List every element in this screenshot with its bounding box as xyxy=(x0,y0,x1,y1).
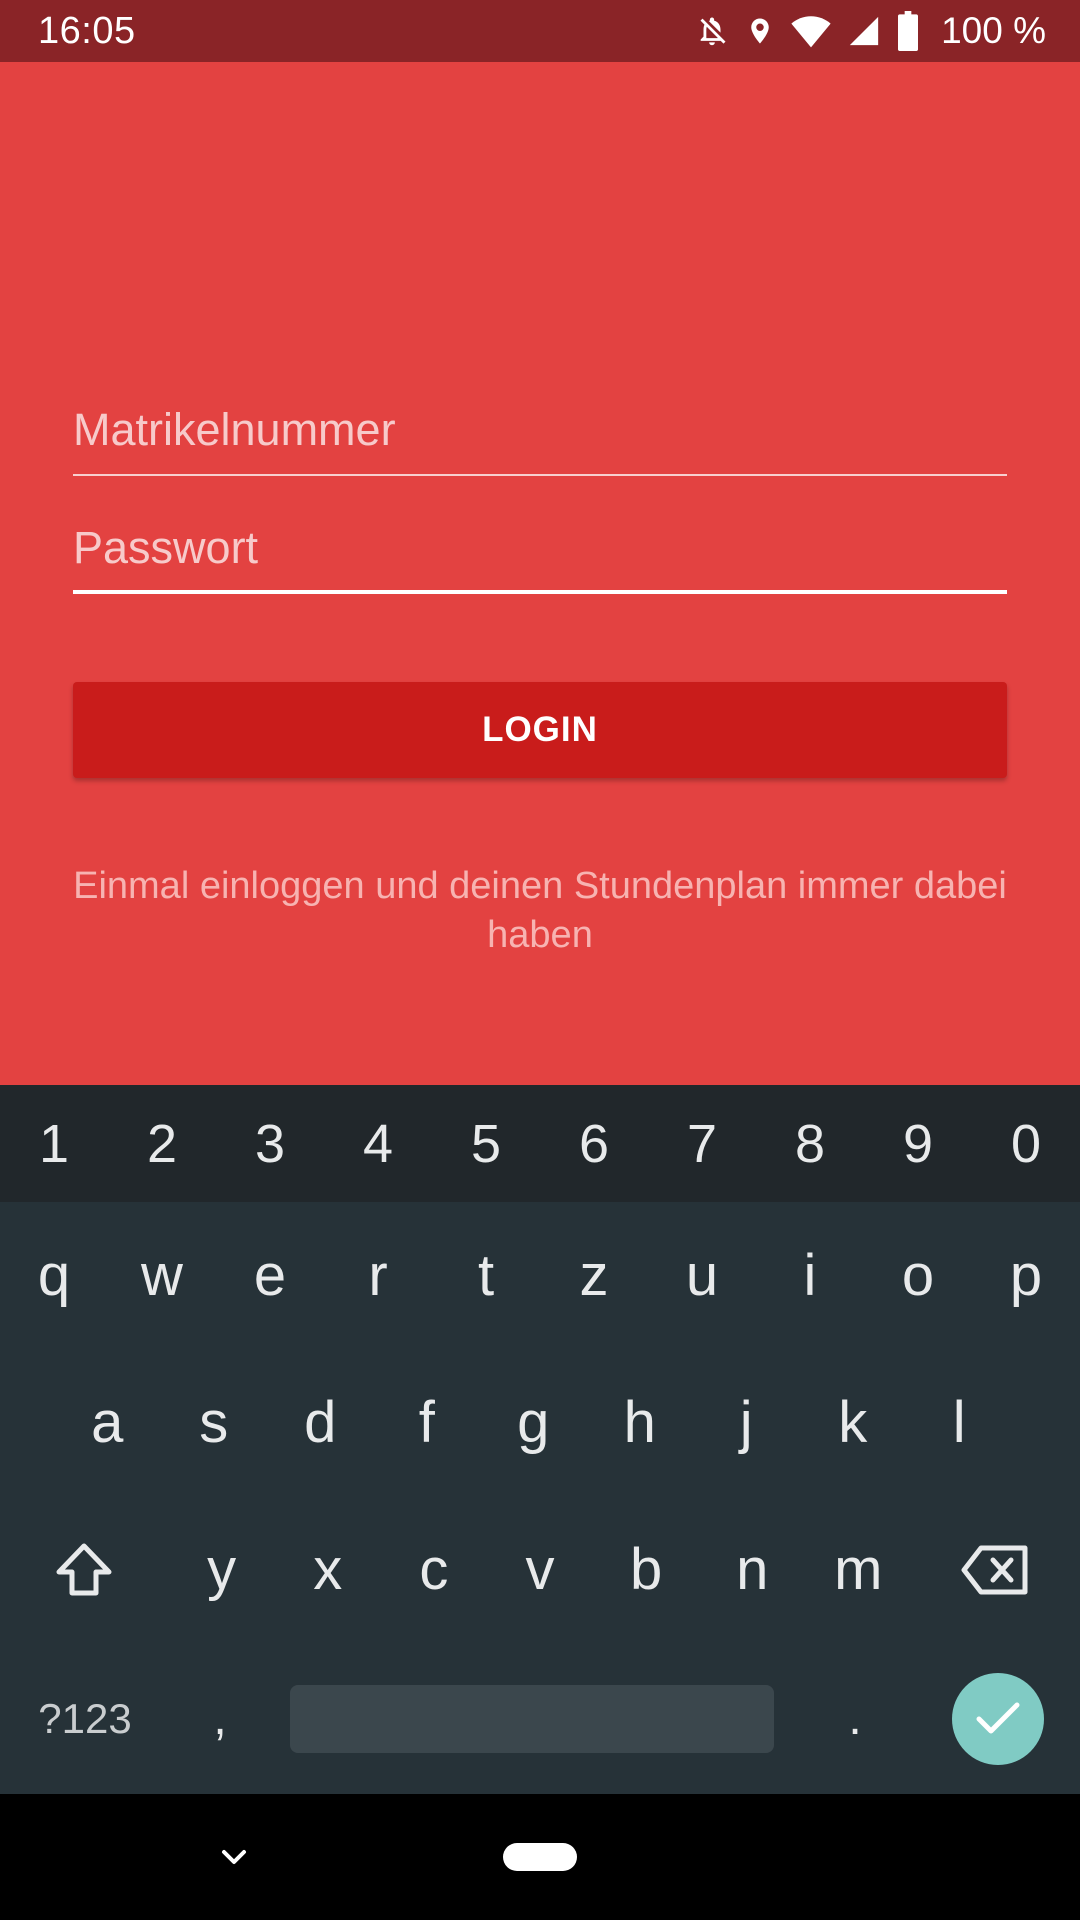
key-r[interactable]: r xyxy=(324,1202,432,1349)
key-v[interactable]: v xyxy=(487,1496,593,1643)
password-field[interactable] xyxy=(73,518,1007,594)
key-f[interactable]: f xyxy=(374,1349,481,1496)
login-hint-text: Einmal einloggen und deinen Stundenplan … xyxy=(73,865,1007,956)
login-screen: LOGIN Einmal einloggen und deinen Stunde… xyxy=(0,62,1080,1085)
keyboard-row-2: a s d f g h j k l xyxy=(0,1349,1080,1496)
key-m[interactable]: m xyxy=(805,1496,911,1643)
key-d[interactable]: d xyxy=(267,1349,374,1496)
key-4[interactable]: 4 xyxy=(324,1085,432,1202)
key-u[interactable]: u xyxy=(648,1202,756,1349)
cell-signal-icon xyxy=(847,14,881,48)
key-w[interactable]: w xyxy=(108,1202,216,1349)
key-n[interactable]: n xyxy=(699,1496,805,1643)
key-8[interactable]: 8 xyxy=(756,1085,864,1202)
hide-keyboard-button[interactable] xyxy=(214,1838,254,1878)
notifications-off-icon xyxy=(695,12,729,50)
battery-icon xyxy=(897,11,919,51)
matrikelnummer-input[interactable] xyxy=(73,400,1007,460)
key-j[interactable]: j xyxy=(693,1349,800,1496)
key-6[interactable]: 6 xyxy=(540,1085,648,1202)
keyboard-number-row: 1 2 3 4 5 6 7 8 9 0 xyxy=(0,1085,1080,1202)
key-2[interactable]: 2 xyxy=(108,1085,216,1202)
key-t[interactable]: t xyxy=(432,1202,540,1349)
backspace-key[interactable] xyxy=(911,1496,1080,1643)
key-e[interactable]: e xyxy=(216,1202,324,1349)
password-input[interactable] xyxy=(73,518,1007,578)
keyboard-row-1: q w e r t z u i o p xyxy=(0,1202,1080,1349)
checkmark-icon xyxy=(976,1702,1020,1733)
key-y[interactable]: y xyxy=(169,1496,275,1643)
battery-percentage: 100 % xyxy=(941,10,1046,51)
matrikelnummer-field[interactable] xyxy=(73,400,1007,476)
symbols-key[interactable]: ?123 xyxy=(0,1643,170,1794)
chevron-down-icon xyxy=(222,1850,246,1864)
key-0[interactable]: 0 xyxy=(972,1085,1080,1202)
status-bar: 16:05 100 % xyxy=(0,0,1080,62)
key-5[interactable]: 5 xyxy=(432,1085,540,1202)
key-7[interactable]: 7 xyxy=(648,1085,756,1202)
key-h[interactable]: h xyxy=(587,1349,694,1496)
comma-key[interactable]: , xyxy=(170,1643,270,1794)
login-button[interactable]: LOGIN xyxy=(73,682,1007,778)
password-underline xyxy=(73,590,1007,594)
key-a[interactable]: a xyxy=(54,1349,161,1496)
key-q[interactable]: q xyxy=(0,1202,108,1349)
status-icons: 100 % xyxy=(695,10,1046,52)
soft-keyboard: 1 2 3 4 5 6 7 8 9 0 q w e r t z u i o p … xyxy=(0,1085,1080,1794)
home-pill-button[interactable] xyxy=(503,1843,577,1871)
key-l[interactable]: l xyxy=(906,1349,1013,1496)
status-time: 16:05 xyxy=(38,9,136,52)
key-c[interactable]: c xyxy=(381,1496,487,1643)
enter-key[interactable] xyxy=(952,1672,1044,1765)
wifi-icon xyxy=(791,13,831,49)
key-9[interactable]: 9 xyxy=(864,1085,972,1202)
shift-icon xyxy=(56,1543,112,1595)
key-b[interactable]: b xyxy=(593,1496,699,1643)
key-i[interactable]: i xyxy=(756,1202,864,1349)
key-3[interactable]: 3 xyxy=(216,1085,324,1202)
key-p[interactable]: p xyxy=(972,1202,1080,1349)
key-x[interactable]: x xyxy=(275,1496,381,1643)
key-1[interactable]: 1 xyxy=(0,1085,108,1202)
keyboard-row-3: y x c v b n m xyxy=(0,1496,1080,1643)
navigation-bar xyxy=(0,1794,1080,1920)
matrikelnummer-underline xyxy=(73,474,1007,476)
keyboard-row-4: ?123 , . xyxy=(0,1643,1080,1794)
shift-key[interactable] xyxy=(0,1496,169,1643)
key-o[interactable]: o xyxy=(864,1202,972,1349)
key-g[interactable]: g xyxy=(480,1349,587,1496)
backspace-icon xyxy=(961,1545,1028,1594)
key-k[interactable]: k xyxy=(800,1349,907,1496)
period-key[interactable]: . xyxy=(800,1643,910,1794)
location-icon xyxy=(745,12,775,50)
key-z[interactable]: z xyxy=(540,1202,648,1349)
key-s[interactable]: s xyxy=(161,1349,268,1496)
space-key[interactable] xyxy=(290,1684,774,1753)
